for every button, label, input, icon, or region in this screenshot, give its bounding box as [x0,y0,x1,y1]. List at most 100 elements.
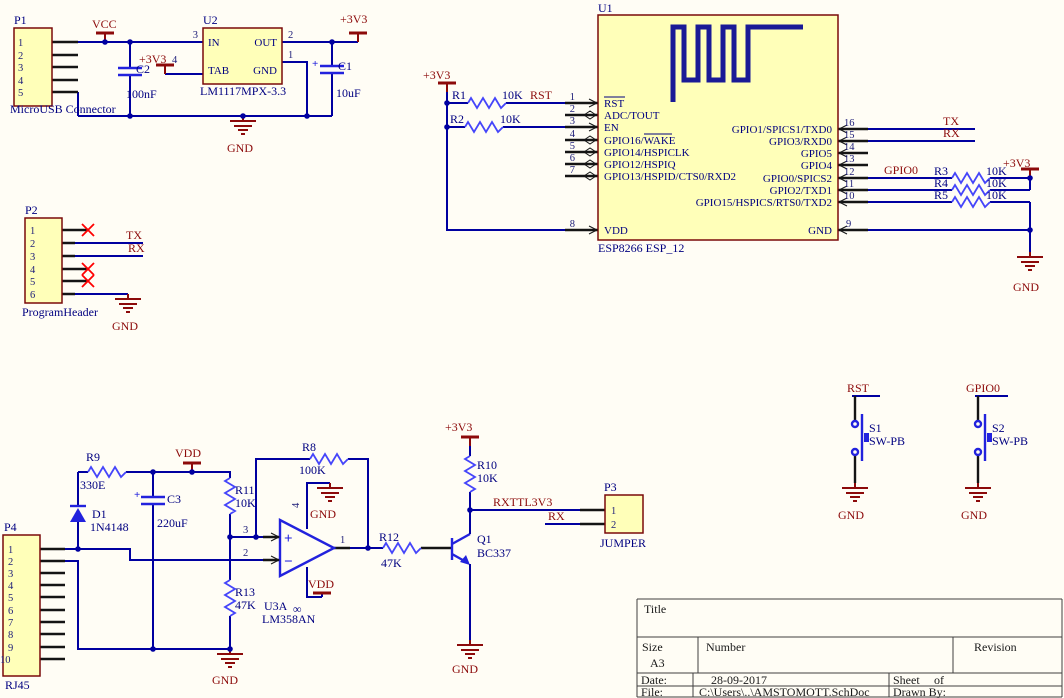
p4-pin: 1 [8,545,13,556]
net-rst-s1: RST [847,381,870,395]
u2-num-in: 3 [193,30,198,41]
r9-ref: R9 [86,450,100,464]
u1-pin-num: 6 [570,153,575,164]
s1-value: SW-PB [869,434,905,448]
net-rx-p2: RX [128,241,145,255]
p3-pin-1: 1 [611,506,616,517]
r10-value: 10K [477,471,498,485]
u1-pin-name: RST [604,98,624,110]
u1-pin-num: 16 [844,118,855,129]
u3-plus: + [284,531,293,547]
c3-ref: C3 [167,492,181,506]
u1-pin-num: 3 [570,116,575,127]
u1-pin-num: 8 [570,219,575,230]
net-v33-pullups: +3V3 [1003,156,1030,170]
u2-num-out: 2 [288,30,293,41]
u1-pin-num: 9 [846,219,851,230]
c1-ref: C1 [338,59,352,73]
c1-plus: + [312,58,318,70]
r1-value: 10K [502,88,523,102]
s2-value: SW-PB [992,434,1028,448]
net-gnd-opamp: GND [310,507,336,521]
p4-pin: 6 [8,606,13,617]
p2-ref: P2 [25,203,38,217]
q1-value: BC337 [477,546,511,560]
p2-pin-6: 6 [30,290,35,301]
u1-pin-name: EN [604,122,619,134]
tb-size-value: A3 [650,656,665,670]
u3-num-vneg: 4 [291,502,302,508]
p4-pin: 3 [8,569,13,580]
schematic-canvas: P1 1 2 3 4 5 MicroUSB Connector VCC C2 1… [0,0,1064,698]
p1-ref: P1 [14,13,27,27]
r12-value: 47K [381,556,402,570]
net-gpio0-u1: GPIO0 [884,163,918,177]
u1-pin-name: GPIO13/HSPID/CTS0/RXD2 [604,171,736,183]
net-gnd-u2: GND [227,141,253,155]
tb-number-label: Number [706,640,745,654]
net-v33-u1left: +3V3 [423,68,450,82]
r2-ref: R2 [450,112,464,126]
p2-pin-3: 3 [30,252,35,263]
c3-value: 220uF [157,516,188,530]
p2-pin-1: 1 [30,226,35,237]
net-rst-r1: RST [530,88,553,102]
u3-num-out: 1 [340,535,345,546]
net-v33-r10: +3V3 [445,420,472,434]
u2-ref: U2 [203,13,218,27]
p4-pin: 4 [8,581,14,592]
p4-pin: 5 [8,593,13,604]
u1-part: ESP8266 ESP_12 [598,241,684,255]
u1-pin-num: 12 [844,167,855,178]
p1-pin-4: 4 [18,76,24,87]
p1-type: MicroUSB Connector [10,102,116,116]
net-gnd-q1: GND [452,662,478,676]
u1-pin-num: 4 [570,129,576,140]
net-rx-p3: RX [548,509,565,523]
r13-ref: R13 [235,585,255,599]
p4-type: RJ45 [5,678,30,692]
r2-value: 10K [500,112,521,126]
s1-ref: S1 [869,421,882,435]
net-vdd-rail: VDD [175,446,201,460]
p2-type: ProgramHeader [22,305,98,319]
net-v33-tab: +3V3 [139,52,166,66]
tb-file-label: File: [641,685,663,698]
d1-value: 1N4148 [90,520,129,534]
u1-pin-num: 7 [570,165,575,176]
r5-value: 10K [986,188,1007,202]
net-vdd-opamp: VDD [308,577,334,591]
u1-pin-name: GPIO4 [801,160,833,172]
r13-value: 47K [235,598,256,612]
net-gnd-p2: GND [112,319,138,333]
tb-size-label: Size [642,640,663,654]
r12-ref: R12 [379,530,399,544]
tb-drawnby-label: Drawn By: [893,685,946,698]
tb-revision-label: Revision [974,640,1017,654]
u2-pin-in: IN [208,37,220,49]
q1-ref: Q1 [477,532,492,546]
p1-pin-2: 2 [18,51,23,62]
p4-pin: 7 [8,618,13,629]
p2-pin-4: 4 [30,265,36,276]
net-vcc: VCC [92,17,117,31]
c1-value: 10uF [336,86,361,100]
u3-part: LM358AN [262,612,316,626]
net-rxttl: RXTTL3V3 [493,495,552,509]
u1-pin-name: GPIO5 [801,148,833,160]
u3-minus: − [284,554,293,570]
u1-pin-num: 5 [570,141,575,152]
u1-pin-num: 15 [844,130,855,141]
u3-num-noninv: 3 [243,525,248,536]
u1-pin-num: 2 [570,104,575,115]
u2-pin-out: OUT [254,37,277,49]
p3-type: JUMPER [600,536,646,550]
u1-pin-name: VDD [604,225,628,237]
net-tx-p2: TX [126,228,142,242]
u3-ref: U3A [264,599,288,613]
u1-pin-num: 11 [844,179,854,190]
c3-plus: + [134,489,140,501]
r10-ref: R10 [477,458,497,472]
u2-pin-gnd: GND [253,65,277,77]
u1-pin-name: GPIO2/TXD1 [770,185,832,197]
